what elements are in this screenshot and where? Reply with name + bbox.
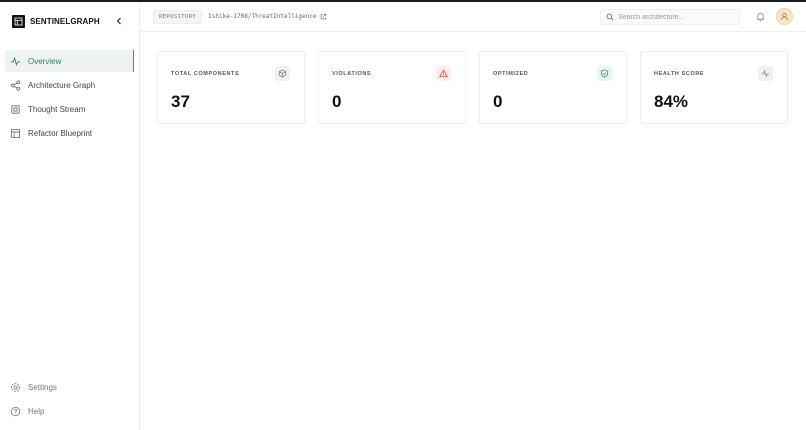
repository-link[interactable]: Ishika-1708/ThreatIntelligence <box>208 13 326 20</box>
user-avatar[interactable] <box>776 8 793 25</box>
search-input[interactable] <box>618 13 728 21</box>
sidebar-item-architecture-graph[interactable]: Architecture Graph <box>5 74 134 96</box>
help-circle-icon <box>10 406 21 417</box>
sidebar-item-label: Thought Stream <box>28 104 86 114</box>
main-content: REPOSITORY Ishika-1708/ThreatIntelligenc… <box>140 2 806 430</box>
bell-icon <box>756 12 764 22</box>
sidebar-item-label: Help <box>28 406 45 416</box>
sidebar-footer: Settings Help <box>5 376 134 424</box>
sidebar-item-overview[interactable]: Overview <box>5 50 134 72</box>
cube-icon <box>275 66 290 81</box>
layout-icon <box>10 128 21 139</box>
shield-check-icon <box>597 66 612 81</box>
stat-card-optimized: OPTIMIZED 0 <box>479 51 627 124</box>
sidebar-item-label: Architecture Graph <box>28 80 96 90</box>
sidebar: SENTINELGRAPH Overview Architecture Grap… <box>0 2 140 430</box>
stat-card-total-components: TOTAL COMPONENTS 37 <box>157 51 305 124</box>
brand-name: SENTINELGRAPH <box>30 16 100 26</box>
cpu-icon <box>10 104 21 115</box>
repository-path: Ishika-1708/ThreatIntelligence <box>208 13 317 20</box>
external-link-icon <box>320 13 327 20</box>
search-box <box>600 9 740 25</box>
user-icon <box>780 12 789 21</box>
stat-value: 37 <box>171 92 190 111</box>
alert-triangle-icon <box>436 66 451 81</box>
sidebar-item-thought-stream[interactable]: Thought Stream <box>5 98 134 120</box>
stat-card-health-score: HEALTH SCORE 84% <box>640 51 788 124</box>
stat-label: TOTAL COMPONENTS <box>171 71 240 77</box>
sidebar-item-label: Settings <box>28 382 57 392</box>
activity-icon <box>10 56 21 67</box>
share-icon <box>10 79 21 91</box>
activity-icon <box>758 66 773 81</box>
stat-label: VIOLATIONS <box>332 71 372 77</box>
top-header: REPOSITORY Ishika-1708/ThreatIntelligenc… <box>140 2 806 32</box>
stat-label: OPTIMIZED <box>493 71 529 77</box>
collapse-sidebar-button[interactable] <box>113 15 125 27</box>
stat-value: 0 <box>493 92 503 111</box>
search-icon <box>606 13 614 21</box>
notifications-button[interactable] <box>754 11 766 23</box>
stat-card-violations: VIOLATIONS 0 <box>318 51 466 124</box>
gear-icon <box>10 382 21 393</box>
stat-value: 0 <box>332 92 342 111</box>
repository-label: REPOSITORY <box>153 9 203 24</box>
sidebar-item-help[interactable]: Help <box>5 400 134 422</box>
chevron-left-icon <box>116 17 121 25</box>
stats-cards: TOTAL COMPONENTS 37 VIOLATIONS 0 OPTIMIZ… <box>157 51 801 124</box>
app-shell: SENTINELGRAPH Overview Architecture Grap… <box>0 2 806 430</box>
brand-logo-icon <box>12 14 25 28</box>
sidebar-item-label: Overview <box>28 56 62 66</box>
stat-label: HEALTH SCORE <box>654 71 705 77</box>
sidebar-item-settings[interactable]: Settings <box>5 376 134 398</box>
stat-value: 84% <box>654 92 689 111</box>
sidebar-item-label: Refactor Blueprint <box>28 128 93 138</box>
brand: SENTINELGRAPH <box>0 2 139 40</box>
sidebar-item-refactor-blueprint[interactable]: Refactor Blueprint <box>5 122 134 144</box>
sidebar-nav: Overview Architecture Graph Thought Stre… <box>0 50 139 144</box>
